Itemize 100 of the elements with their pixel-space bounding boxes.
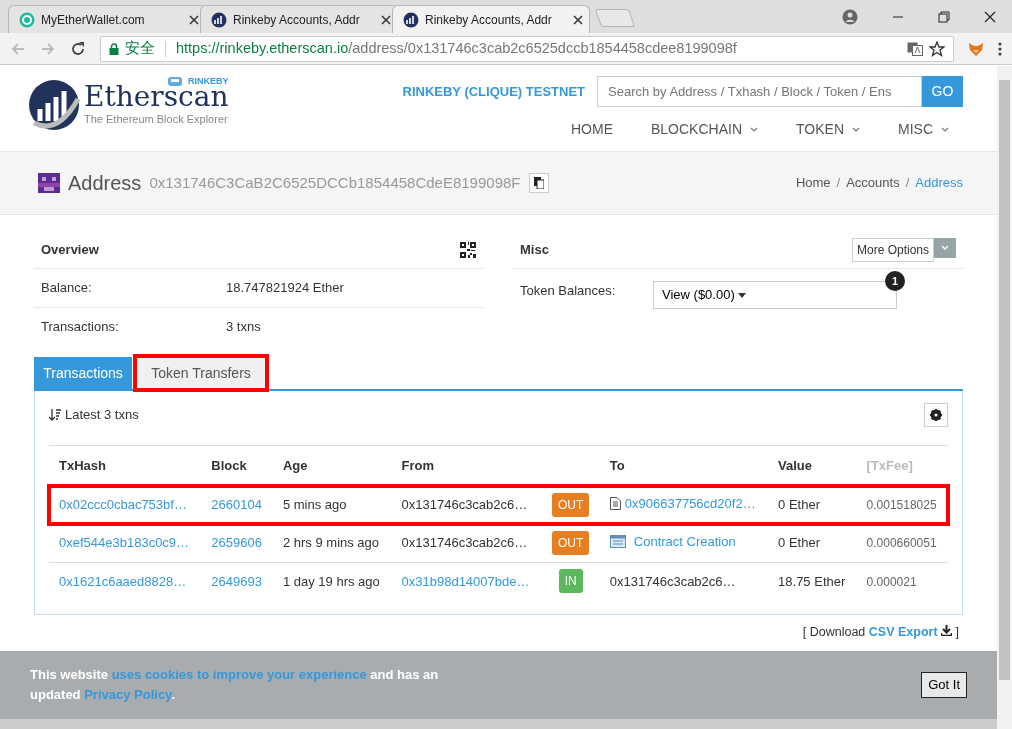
got-it-button[interactable]: Got It [921,672,967,698]
column-header: To [599,445,769,486]
go-button[interactable]: GO [922,76,963,107]
tab[interactable]: Transactions [34,357,132,389]
star-icon[interactable] [929,40,945,57]
chevron-down-icon [852,126,860,133]
download-icon[interactable] [941,625,953,636]
cookie-notice-text: This website uses cookies to improve your experience and has an updated Privacy Policy. [30,666,440,704]
etherscan-logo-icon [28,79,80,131]
more-options-button[interactable]: More Options [851,237,934,262]
nav-link[interactable]: TOKEN [796,119,860,140]
chevron-down-icon [941,126,949,133]
breadcrumb-link[interactable]: Accounts [846,173,900,193]
column-header: [TxFee] [856,445,948,486]
menu-icon[interactable] [998,40,1002,57]
direction-badge: IN [558,569,583,594]
column-header: Block [201,445,273,486]
from-address: 0x131746c3cab2c6… [401,535,528,551]
value-text: 0 Ether [778,535,820,551]
document-icon [609,497,621,511]
address-bar[interactable]: 安全 https://rinkeby.etherscan.io/address/0x131746c3cab2c6525dccb1854458cdee8199098f [100,35,954,62]
chevron-down-icon [941,244,949,251]
scrollbar[interactable] [997,66,1012,729]
breadcrumb-separator: / [836,174,841,193]
column-header: TxHash [49,445,202,486]
close-icon[interactable] [984,10,996,23]
search-field[interactable]: Search by Address / Txhash / Block / Token / Ens [597,76,922,107]
section-title: Misc [520,240,549,259]
tx-hash-link[interactable]: 0x1621c6aaed8828… [59,573,187,589]
tx-hash-link[interactable]: 0xef544e3b183c0c9… [59,535,190,551]
reload-icon[interactable] [70,40,86,57]
translate-icon[interactable] [907,40,923,57]
field-value: 18.747821924 Ether [226,279,344,298]
breadcrumb-link[interactable]: Home [795,173,831,193]
dropdown-toggle-button[interactable] [934,237,956,258]
column-header: Value [768,445,857,486]
to-address-link[interactable]: 0x906637756cd20f2… [624,494,756,514]
block-link[interactable]: 2649693 [211,573,262,589]
address-hash: 0x131746C3CaB2C6525DCCb1854458CdeE8199098F [149,172,521,193]
pixel-avatar-icon [38,173,60,193]
close-icon[interactable] [573,14,583,25]
fee-text: 0.000021 [866,574,917,589]
close-icon[interactable] [381,14,391,25]
user-icon[interactable] [842,8,858,25]
csv-export-link[interactable]: CSV Export [868,625,938,639]
maximize-icon[interactable] [938,10,950,23]
nav-link[interactable]: MISC [898,119,949,140]
wallet-logo-icon [19,11,35,28]
breadcrumb-link[interactable]: Address [915,173,963,193]
value-text: 0 Ether [778,497,820,513]
logo-tagline: The Ethereum Block Explorer [84,111,229,127]
fee-text: 0.001518025 [866,498,937,513]
age-text: 5 mins ago [282,497,347,513]
page-title: Address [68,171,142,196]
nav-link[interactable]: BLOCKCHAIN [651,119,758,140]
csv-export-text: [ Download CSV Export ] [801,624,960,641]
sort-icon [49,409,61,421]
breadcrumb-separator: / [905,174,910,193]
count-badge: 1 [885,271,905,291]
column-header: From [391,445,542,486]
field-label: Token Balances: [520,282,617,300]
from-address: 0x131746c3cab2c6… [401,497,528,513]
tx-hash-link[interactable]: 0x02ccc0cbac753bf… [59,497,187,513]
direction-badge: OUT [552,531,590,555]
contract-creation-icon [609,535,626,549]
chevron-down-icon [750,126,758,133]
lock-icon [109,42,119,55]
url-text: https://rinkeby.etherscan.io/address/0x131746c3cab2c6525dccb1854458cdee8199098f [176,38,738,58]
direction-badge: OUT [552,493,590,517]
close-icon[interactable] [189,14,199,25]
copy-icon [533,177,544,189]
copy-button[interactable] [528,173,549,193]
contract-creation-link[interactable]: Contract Creation [633,532,736,552]
fee-text: 0.000660051 [866,536,937,551]
network-label: RINKEBY [187,74,229,86]
value-text: 18.75 Ether [778,573,846,589]
etherscan-logo-icon [403,11,419,28]
settings-button[interactable] [924,403,948,427]
summary-text: Latest 3 txns [49,405,139,425]
to-address: 0x131746c3cab2c6… [609,572,736,591]
qr-code-icon[interactable] [460,241,476,258]
browser-tab[interactable]: Rinkeby Accounts, Addr [392,5,590,33]
field-value: 3 txns [226,317,261,336]
tab[interactable]: Token Transfers [136,357,266,389]
secure-label: 安全 [125,38,155,58]
section-title: Overview [41,240,99,259]
age-text: 1 day 19 hrs ago [282,573,380,589]
settings-icon[interactable] [930,409,942,421]
fox-icon[interactable] [968,40,984,57]
etherscan-logo-icon [211,11,227,28]
field-label: Transactions: [41,317,120,336]
from-address-link[interactable]: 0x31b98d14007bde… [401,573,530,589]
network-title: RINKEBY (CLIQUE) TESTNET [402,82,585,101]
age-text: 2 hrs 9 mins ago [282,535,380,551]
block-link[interactable]: 2660104 [211,497,262,513]
column-header: Age [272,445,392,486]
caret-icon [738,293,747,299]
nav-link[interactable]: HOME [571,119,613,140]
block-link[interactable]: 2659606 [211,535,262,551]
field-label: Balance: [41,279,93,298]
